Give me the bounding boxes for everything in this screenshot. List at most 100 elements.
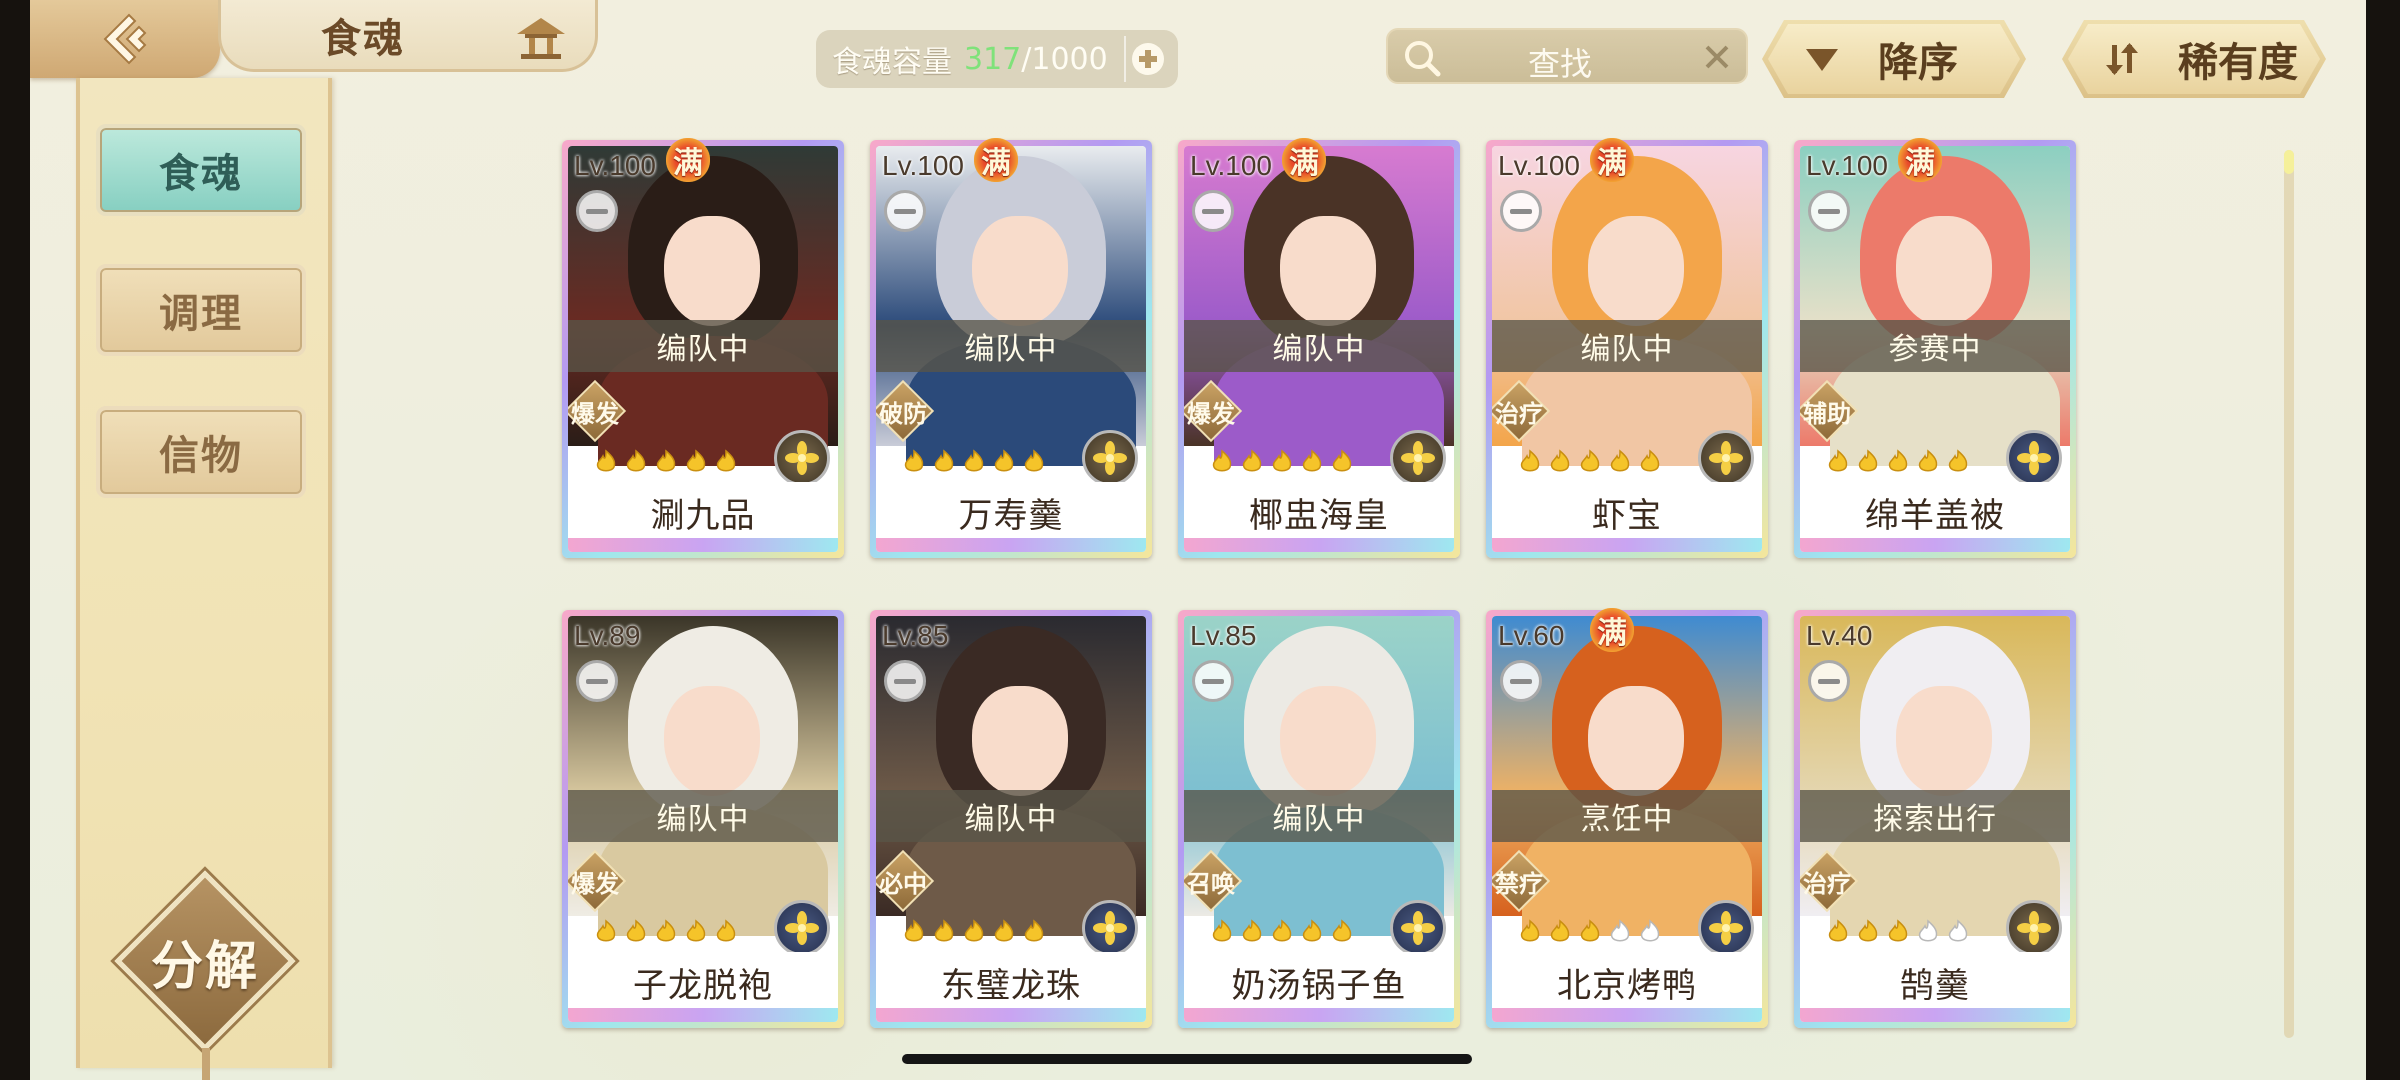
back-arrow-icon [103, 13, 147, 65]
back-button[interactable] [30, 0, 220, 78]
star-filled-icon [994, 449, 1014, 472]
sidebar-tab-conditioning[interactable]: 调理 [96, 264, 306, 356]
food-soul-card-3[interactable]: Lv.100 编队中 爆发 椰盅海皇 满 [1178, 138, 1460, 558]
star-filled-icon [1302, 919, 1322, 942]
card-frame: Lv.40 探索出行 治疗 鹄羹 [1800, 616, 2070, 1022]
food-soul-card-4[interactable]: Lv.100 编队中 治疗 虾宝 满 [1486, 138, 1768, 558]
role-label: 爆发 [571, 399, 619, 428]
add-capacity-button[interactable] [1124, 36, 1170, 82]
team-slot-icon [1808, 190, 1850, 232]
sidebar: 食魂 调理 信物 分解 [76, 78, 332, 1080]
card-frame: Lv.100 参赛中 辅助 绵羊盖被 [1800, 146, 2070, 552]
food-soul-card-2[interactable]: Lv.100 编队中 破防 万寿羹 满 [870, 138, 1152, 558]
star-filled-icon [1302, 449, 1322, 472]
star-filled-icon [1024, 919, 1044, 942]
character-name: 涮九品 [568, 482, 838, 542]
sidebar-tab-tokens[interactable]: 信物 [96, 406, 306, 498]
star-filled-icon [1272, 449, 1292, 472]
role-label: 禁疗 [1495, 869, 1543, 898]
capacity-current: 317 [964, 41, 1022, 77]
flower-element-icon [2017, 911, 2051, 945]
role-label: 爆发 [571, 869, 619, 898]
sort-field-button[interactable]: 稀有度 [2062, 20, 2326, 98]
capacity-label: 食魂容量 [832, 45, 952, 80]
flower-element-icon [785, 441, 819, 475]
food-soul-card-10[interactable]: Lv.40 探索出行 治疗 鹄羹 [1794, 610, 2076, 1028]
sidebar-tab-label: 食魂 [159, 151, 243, 197]
star-empty-icon [1640, 919, 1660, 942]
max-level-badge: 满 [1590, 608, 1634, 652]
status-label: 烹饪中 [1492, 790, 1762, 842]
status-label: 编队中 [568, 320, 838, 372]
rarity-strip [1184, 1008, 1454, 1022]
search-icon [1405, 41, 1441, 77]
star-filled-icon [1948, 449, 1968, 472]
rarity-strip [876, 538, 1146, 552]
star-filled-icon [1332, 449, 1352, 472]
decompose-button[interactable]: 分解 [110, 866, 300, 1080]
triangle-down-icon [1802, 39, 1842, 79]
scrollbar-thumb[interactable] [2284, 150, 2294, 174]
level-label: Lv.85 [1190, 620, 1257, 651]
star-filled-icon [656, 449, 676, 472]
star-filled-icon [1888, 919, 1908, 942]
star-rating [1516, 918, 1666, 946]
flower-element-icon [1093, 441, 1127, 475]
star-rating [900, 918, 1050, 946]
star-filled-icon [1242, 919, 1262, 942]
scrollbar[interactable] [2284, 150, 2294, 1038]
team-slot-icon [1500, 190, 1542, 232]
status-label: 探索出行 [1800, 790, 2070, 842]
home-indicator[interactable] [902, 1054, 1472, 1064]
star-filled-icon [1858, 919, 1878, 942]
title-tab: 食魂 [218, 0, 598, 72]
star-filled-icon [686, 919, 706, 942]
tassel-decoration [202, 1048, 210, 1080]
star-filled-icon [904, 449, 924, 472]
star-filled-icon [904, 919, 924, 942]
rarity-strip [568, 538, 838, 552]
search-placeholder: 查找 [1528, 45, 1593, 83]
pavilion-icon[interactable] [513, 12, 569, 62]
food-soul-card-1[interactable]: Lv.100 编队中 爆发 涮九品 满 [562, 138, 844, 558]
team-slot-icon [1808, 660, 1850, 702]
sidebar-tab-label: 信物 [159, 433, 243, 479]
food-soul-card-8[interactable]: Lv.85 编队中 召唤 奶汤锅子鱼 [1178, 610, 1460, 1028]
card-frame: Lv.85 编队中 召唤 奶汤锅子鱼 [1184, 616, 1454, 1022]
sort-order-button[interactable]: 降序 [1762, 20, 2026, 98]
star-filled-icon [1858, 449, 1878, 472]
max-level-badge: 满 [666, 138, 710, 182]
food-soul-card-7[interactable]: Lv.85 编队中 必中 东璧龙珠 [870, 610, 1152, 1028]
status-label: 编队中 [1184, 320, 1454, 372]
rarity-strip [568, 1008, 838, 1022]
food-soul-card-6[interactable]: Lv.89 编队中 爆发 子龙脱袍 [562, 610, 844, 1028]
element-icon [1082, 900, 1138, 956]
star-filled-icon [596, 449, 616, 472]
team-slot-icon [576, 660, 618, 702]
max-level-badge: 满 [1590, 138, 1634, 182]
rarity-strip [1184, 538, 1454, 552]
decompose-label: 分解 [150, 936, 259, 997]
star-filled-icon [1918, 449, 1938, 472]
role-badge: 必中 [876, 852, 932, 910]
team-slot-icon [884, 190, 926, 232]
character-name: 椰盅海皇 [1184, 482, 1454, 542]
food-soul-card-9[interactable]: Lv.60 烹饪中 禁疗 北京烤鸭 满 [1486, 608, 1768, 1028]
role-badge: 爆发 [1184, 382, 1240, 440]
close-icon[interactable] [1702, 42, 1732, 72]
level-label: Lv.89 [574, 620, 641, 651]
search-input[interactable]: 查找 [1386, 28, 1748, 84]
element-icon [774, 900, 830, 956]
rarity-strip [1800, 1008, 2070, 1022]
star-rating [592, 448, 742, 476]
level-label: Lv.60 [1498, 620, 1565, 651]
team-slot-icon [576, 190, 618, 232]
character-name: 绵羊盖被 [1800, 482, 2070, 542]
star-filled-icon [964, 919, 984, 942]
star-filled-icon [934, 919, 954, 942]
food-soul-card-5[interactable]: Lv.100 参赛中 辅助 绵羊盖被 满 [1794, 138, 2076, 558]
star-filled-icon [596, 919, 616, 942]
sidebar-tab-food-souls[interactable]: 食魂 [96, 124, 306, 216]
rarity-strip [1800, 538, 2070, 552]
sort-order-label: 降序 [1878, 40, 1958, 86]
